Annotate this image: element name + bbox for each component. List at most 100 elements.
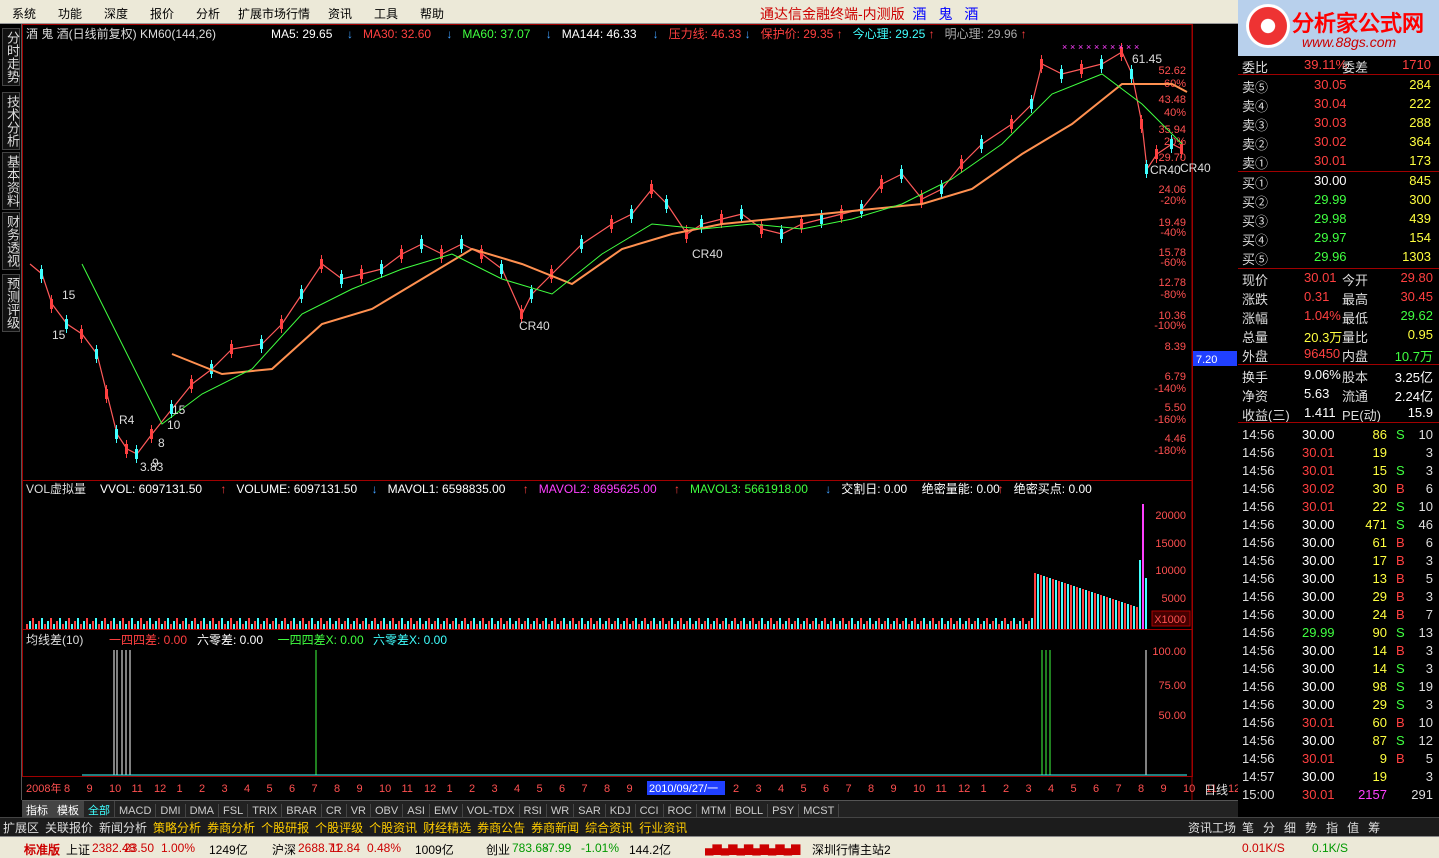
volume-bar <box>350 624 352 629</box>
tick-time: 14:56 <box>1242 535 1275 550</box>
stat-row: 总量 20.3万 量比 0.95 <box>1238 326 1439 345</box>
vol-axis-label: 5000 <box>1162 593 1186 605</box>
volume-bar <box>128 621 130 629</box>
right-func-tab[interactable]: 笔 <box>1242 821 1254 835</box>
indicator-tab[interactable]: KDJ <box>606 804 636 818</box>
label: 现价 <box>1242 273 1269 288</box>
volume-bar <box>176 618 178 629</box>
menu-item[interactable]: 报价 <box>150 5 174 22</box>
right-func-tab[interactable]: 分 <box>1263 821 1275 835</box>
indicator-tab[interactable]: WR <box>547 804 575 818</box>
right-func-tab[interactable]: 细 <box>1284 821 1296 835</box>
right-func-tab[interactable]: 势 <box>1305 821 1317 835</box>
side-tab[interactable]: 预测评级 <box>2 274 20 332</box>
volume-bar <box>44 624 46 629</box>
side-tab[interactable]: 分时走势 <box>2 28 20 86</box>
function-tab[interactable]: 个股评级 <box>312 818 366 837</box>
function-tab[interactable]: 关联报价 <box>42 818 96 837</box>
indicator-tab[interactable]: BRAR <box>282 804 322 818</box>
menu-item[interactable]: 深度 <box>104 5 128 22</box>
function-tab[interactable]: 个股研报 <box>258 818 312 837</box>
signal-marker: × <box>1102 42 1107 52</box>
indicator-tab[interactable]: CCI <box>636 804 664 818</box>
volume-bar <box>929 621 931 629</box>
function-tab[interactable]: 券商公告 <box>474 818 528 837</box>
indicator-tab[interactable]: FSL <box>219 804 249 818</box>
date-axis-label: 5 <box>1071 783 1077 795</box>
menu-item[interactable]: 扩展市场行情 <box>238 5 310 22</box>
volume-bar <box>374 618 376 629</box>
price: 30.00 <box>1314 173 1347 188</box>
right-func-tab[interactable]: 资讯工场 <box>1188 821 1236 835</box>
tick-volume: 19 <box>1372 445 1387 460</box>
indicator-tab[interactable]: SAR <box>574 804 606 818</box>
indicator-tab[interactable]: BOLL <box>731 804 769 818</box>
indicator-tab[interactable]: DMI <box>156 804 186 818</box>
function-tab[interactable]: 策略分析 <box>150 818 204 837</box>
date-axis-label: 10 <box>379 783 391 795</box>
volume-bar <box>905 618 907 629</box>
date-axis-label: 6 <box>1093 783 1099 795</box>
menu-item[interactable]: 资讯 <box>328 5 352 22</box>
volume-bar <box>746 624 748 629</box>
menu-item[interactable]: 分析 <box>196 5 220 22</box>
indicator-tab[interactable]: VR <box>347 804 371 818</box>
side-tab[interactable]: 基本资料 <box>2 152 20 210</box>
volume-bar <box>1085 590 1087 629</box>
right-func-tab[interactable]: 筹 <box>1368 821 1380 835</box>
volume-bar <box>239 618 241 629</box>
tick-count: 3 <box>1425 589 1433 604</box>
indicator-tab[interactable]: EMV <box>430 804 463 818</box>
side-tab[interactable]: 财务透视 <box>2 212 20 270</box>
function-tab[interactable]: 个股资讯 <box>366 818 420 837</box>
label: 涨跌 <box>1242 292 1269 307</box>
function-tab[interactable]: 新闻分析 <box>96 818 150 837</box>
volume-bar <box>992 621 994 629</box>
volume-bar <box>125 624 127 629</box>
function-tab[interactable]: 财经精选 <box>420 818 474 837</box>
kline-chart[interactable]: 酒 鬼 酒(日线前复权) KM60(144,26) MA5: 29.65 ↓ MA30… <box>22 24 1238 800</box>
label: 涨幅 <box>1242 311 1269 326</box>
menu-item[interactable]: 功能 <box>58 5 82 22</box>
volume-bar <box>386 624 388 629</box>
price-axis-label: -60% <box>1160 257 1186 269</box>
volume-bar <box>1094 593 1096 629</box>
indicator-tab[interactable]: ROC <box>664 804 697 818</box>
volume-bar <box>131 618 133 629</box>
indicator-tab[interactable]: VOL-TDX <box>463 804 520 818</box>
price: 29.99 <box>1314 192 1347 207</box>
side-tab[interactable]: 技术分析 <box>2 92 20 150</box>
function-tab[interactable]: 扩展区 <box>0 818 42 837</box>
indicator-tab[interactable]: MTM <box>697 804 732 818</box>
date-axis-label: 3 <box>492 783 498 795</box>
volume-bar <box>41 618 43 629</box>
index-pct: 0.48% <box>367 841 402 855</box>
menu-item[interactable]: 帮助 <box>420 5 444 22</box>
function-tab[interactable]: 券商分析 <box>204 818 258 837</box>
right-func-tab[interactable]: 指 <box>1326 821 1338 835</box>
volume-bar <box>1100 595 1102 629</box>
function-tab[interactable]: 行业资讯 <box>636 818 690 837</box>
function-tab[interactable]: 综合资讯 <box>582 818 636 837</box>
indicator-tab[interactable]: CR <box>322 804 347 818</box>
indicator-tab[interactable]: PSY <box>768 804 800 818</box>
right-func-tab[interactable]: 值 <box>1347 821 1359 835</box>
server-label[interactable]: 深圳行情主站2 <box>812 841 891 858</box>
indicator-tab[interactable]: OBV <box>371 804 404 818</box>
indicator-tab[interactable]: DMA <box>186 804 220 818</box>
indicator-tab[interactable]: RSI <box>520 804 547 818</box>
indicator-tab[interactable]: ASI <box>403 804 430 818</box>
indicator-tab[interactable]: MACD <box>115 804 157 818</box>
menu-item[interactable]: 系统 <box>12 5 36 22</box>
volume-bar <box>362 621 364 629</box>
volume-bar <box>467 624 469 629</box>
indicator-tab[interactable]: TRIX <box>248 804 283 818</box>
volume-bar <box>881 624 883 629</box>
menu-item[interactable]: 工具 <box>374 5 398 22</box>
indicator-tab[interactable]: MCST <box>799 804 840 818</box>
function-tab[interactable]: 券商新闻 <box>528 818 582 837</box>
volume-bar <box>200 621 202 629</box>
volume-bar <box>716 618 718 629</box>
volume-bar <box>284 618 286 629</box>
tick-side: S <box>1396 625 1405 640</box>
